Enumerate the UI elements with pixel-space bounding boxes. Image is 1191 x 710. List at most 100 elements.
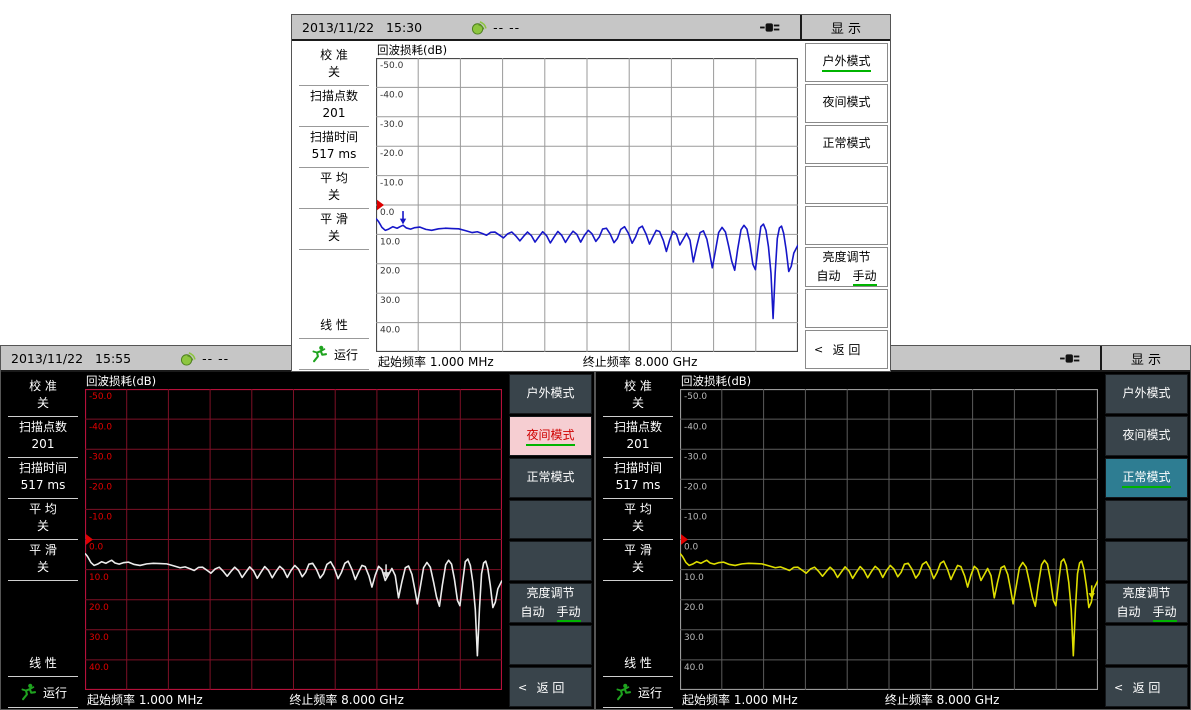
blank-softkey (805, 166, 888, 205)
divider (8, 498, 78, 499)
running-man-icon (614, 683, 632, 701)
sidebar-item-sweep-time: 扫描时间 517 ms (1, 459, 85, 497)
y-tick-label: 20.0 (89, 603, 109, 613)
power-plug-icon (1060, 353, 1084, 364)
back-button[interactable]: < 返 回 (509, 667, 592, 707)
running-man-icon (19, 683, 37, 701)
brightness-manual-label[interactable]: 手动 (853, 267, 877, 286)
normal-mode-button[interactable]: 正常模式 (805, 125, 888, 164)
y-tick-label: -20.0 (684, 483, 708, 493)
brightness-button[interactable]: 亮度调节 自动 手动 (1105, 583, 1188, 623)
sidebar-spacer (292, 251, 376, 316)
run-status: 运行 (1, 678, 85, 706)
divider (8, 539, 78, 540)
outdoor-mode-button[interactable]: 户外模式 (509, 374, 592, 414)
stop-frequency-label: 终止频率 8.000 GHz (289, 691, 404, 708)
brightness-button[interactable]: 亮度调节 自动 手动 (805, 247, 888, 287)
normal-mode-button[interactable]: 正常模式 (1105, 458, 1188, 498)
gps-icon (179, 351, 196, 366)
titlebar-status: 2013/11/22 15:30 -- -- (292, 15, 800, 39)
night-mode-button[interactable]: 夜间模式 (1105, 416, 1188, 456)
y-tick-label: -10.0 (684, 513, 708, 523)
normal-mode-button[interactable]: 正常模式 (509, 458, 592, 498)
y-tick-label: 10.0 (684, 573, 704, 583)
settings-sidebar: 校 准 关 扫描点数 201 扫描时间 517 ms 平 均 关 (1, 372, 85, 709)
run-label: 运行 (334, 346, 358, 363)
display-menu: 户外模式 夜间模式 正常模式 亮度调节 自动 手动 (1102, 372, 1190, 709)
y-tick-label: -50.0 (684, 392, 708, 402)
night-mode-button[interactable]: 夜间模式 (805, 84, 888, 123)
gps-status: -- -- (202, 351, 229, 366)
y-tick-label: -20.0 (380, 149, 403, 159)
blank-softkey (1105, 541, 1188, 581)
run-status: 运行 (292, 340, 376, 368)
outdoor-mode-button[interactable]: 户外模式 (1105, 374, 1188, 414)
sidebar-item-average: 平 均 关 (596, 500, 680, 538)
display-menu: 户外模式 夜间模式 正常模式 亮度调节 自动 手动 (506, 372, 594, 709)
chart-title: 回波损耗(dB) (680, 374, 1098, 389)
sidebar-item-calibration: 校 准 关 (596, 377, 680, 415)
brightness-manual-label[interactable]: 手动 (557, 603, 581, 622)
brightness-button[interactable]: 亮度调节 自动 手动 (509, 583, 592, 623)
y-tick-label: 0.0 (380, 208, 394, 218)
display-menu-title[interactable]: 显 示 (1100, 346, 1190, 370)
display-menu: 户外模式 夜间模式 正常模式 亮度调节 自动 手动 (802, 41, 890, 371)
y-tick-label: -40.0 (684, 422, 708, 432)
start-frequency-label: 起始频率 1.000 MHz (87, 691, 203, 708)
divider (8, 707, 78, 708)
frequency-row: 起始频率 1.000 MHz 终止频率 8.000 GHz (376, 352, 798, 371)
back-button[interactable]: < 返 回 (805, 330, 888, 369)
frequency-row: 起始频率 1.000 MHz 终止频率 8.000 GHz (85, 690, 502, 709)
brightness-auto-label[interactable]: 自动 (1116, 603, 1140, 622)
time-label: 15:30 (386, 20, 422, 35)
sidebar-item-average: 平 均 关 (292, 169, 376, 207)
night-mode-screen: 2013/11/22 15:55 -- -- (0, 345, 595, 710)
divider (603, 580, 673, 581)
brightness-auto-label[interactable]: 自动 (816, 267, 840, 286)
screenshot-canvas: 2013/11/22 15:30 -- -- (0, 0, 1191, 710)
divider (603, 457, 673, 458)
y-tick-label: 40.0 (380, 326, 400, 336)
stop-frequency-label: 终止频率 8.000 GHz (583, 353, 698, 370)
divider (8, 580, 78, 581)
divider (299, 369, 369, 370)
stop-frequency-label: 终止频率 8.000 GHz (885, 691, 1000, 708)
y-tick-label: -40.0 (89, 422, 112, 432)
outdoor-mode-button[interactable]: 户外模式 (805, 43, 888, 82)
back-button[interactable]: < 返 回 (1105, 667, 1188, 707)
plot-wrap: -50.0-40.0-30.0-20.0-10.00.010.020.030.0… (85, 389, 502, 690)
y-tick-label: -30.0 (684, 452, 708, 462)
plot-area: 回波损耗(dB) -50.0-40.0-30.0-20.0-10.00.010.… (85, 372, 506, 709)
sidebar-item-linear: 线 性 (292, 316, 376, 337)
gps-icon (470, 20, 487, 35)
divider (299, 126, 369, 127)
sidebar-item-sweep-time: 扫描时间 517 ms (292, 128, 376, 166)
sidebar-item-linear: 线 性 (596, 654, 680, 675)
y-tick-label: 30.0 (380, 296, 400, 306)
screen-body: 校 准 关 扫描点数 201 扫描时间 517 ms 平 均 关 (292, 41, 890, 371)
sidebar-spacer (596, 582, 680, 654)
y-tick-label: 0.0 (684, 543, 699, 553)
divider (299, 338, 369, 339)
brightness-manual-label[interactable]: 手动 (1153, 603, 1177, 622)
display-menu-title-label: 显 示 (1131, 349, 1161, 368)
time-label: 15:55 (95, 351, 131, 366)
running-man-icon (310, 345, 328, 363)
chart-title: 回波损耗(dB) (376, 43, 798, 58)
sidebar-item-calibration: 校 准 关 (1, 377, 85, 415)
display-menu-title-label: 显 示 (831, 18, 861, 37)
blank-softkey (1105, 625, 1188, 665)
display-menu-title[interactable]: 显 示 (800, 15, 890, 39)
power-plug-icon (760, 22, 784, 33)
y-tick-label: 10.0 (89, 573, 109, 583)
brightness-auto-label[interactable]: 自动 (520, 603, 544, 622)
sidebar-item-smoothing: 平 滑 关 (292, 210, 376, 248)
night-mode-button[interactable]: 夜间模式 (509, 416, 592, 456)
sidebar-item-smoothing: 平 滑 关 (1, 541, 85, 579)
brightness-title: 亮度调节 (526, 584, 574, 601)
brightness-title: 亮度调节 (1122, 584, 1170, 601)
divider (299, 167, 369, 168)
return-loss-plot: -50.0-40.0-30.0-20.0-10.00.010.020.030.0… (376, 58, 798, 352)
blank-softkey (509, 541, 592, 581)
run-label: 运行 (43, 684, 67, 701)
